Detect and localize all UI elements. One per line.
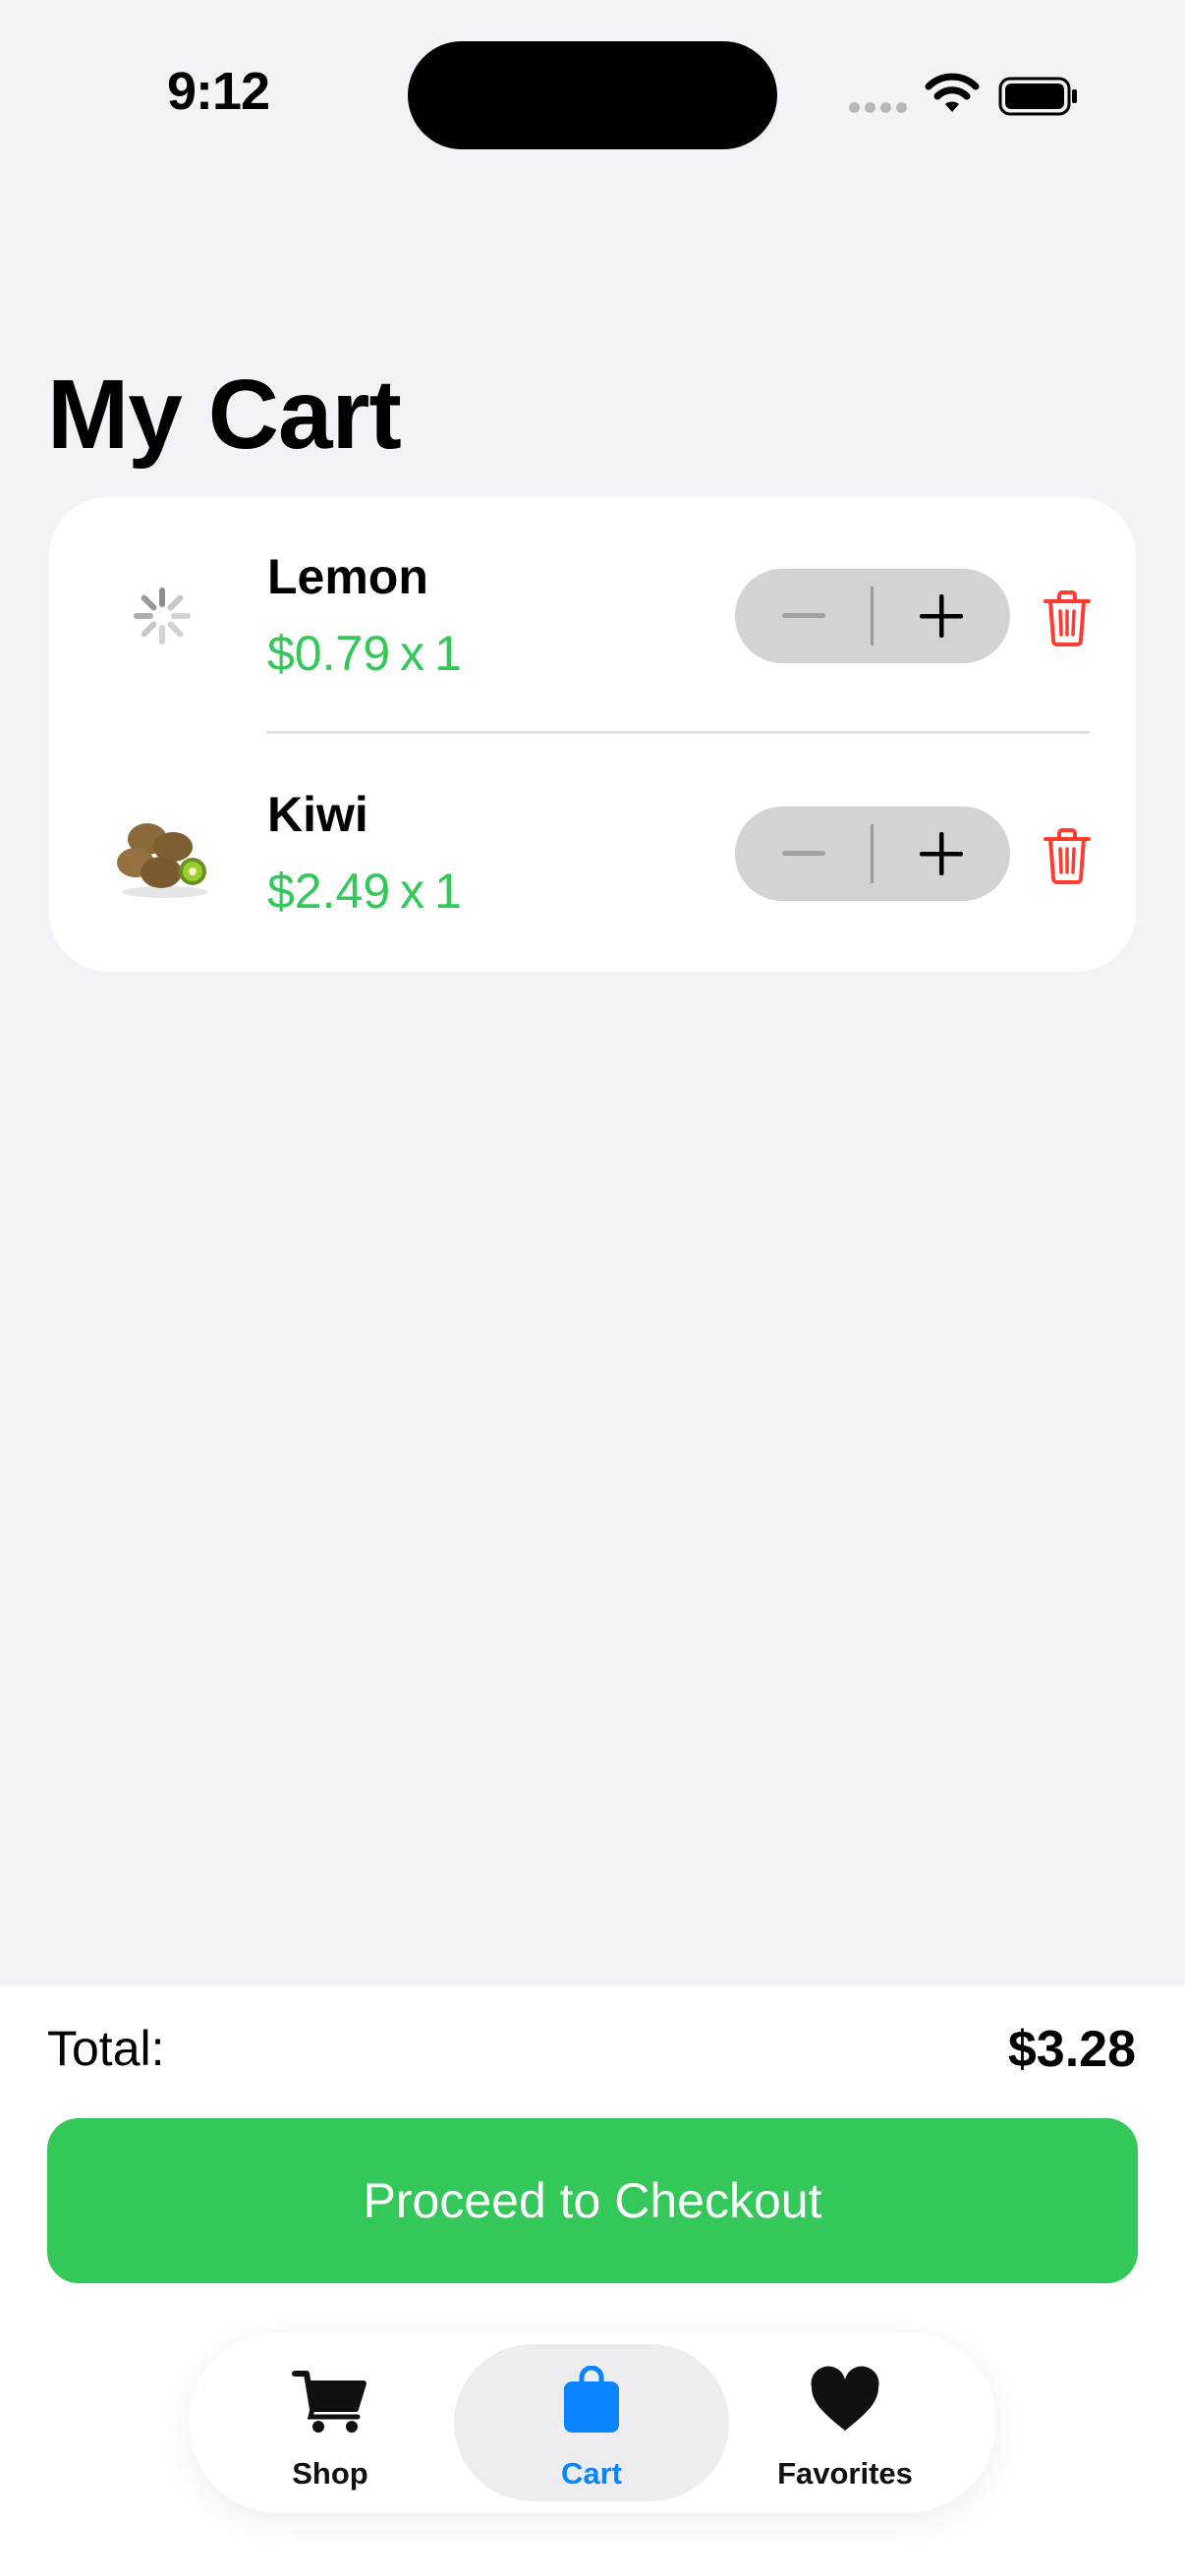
tab-shop[interactable]: Shop: [193, 2344, 468, 2501]
quantity-stepper: [735, 807, 1010, 901]
tab-label: Shop: [292, 2456, 368, 2491]
trash-icon[interactable]: [1036, 586, 1099, 648]
trash-icon[interactable]: [1036, 823, 1099, 886]
kiwi-image: [108, 800, 216, 908]
cart-item-kiwi: Kiwi $2.49 x 1: [49, 735, 1136, 973]
checkout-button[interactable]: Proceed to Checkout: [47, 2118, 1138, 2283]
cart-icon: [292, 2371, 367, 2433]
minus-icon: [782, 851, 825, 856]
cellular-signal-icon: [849, 102, 907, 113]
quantity-stepper: [735, 569, 1010, 663]
cart-item-lemon: Lemon $0.79 x 1: [49, 497, 1136, 735]
tab-bar: Shop Cart Favorites: [189, 2332, 996, 2513]
minus-icon: [782, 613, 825, 618]
item-name: Lemon: [267, 549, 428, 604]
loading-spinner-icon: [108, 562, 216, 670]
tab-label: Cart: [560, 2456, 622, 2491]
plus-icon: [920, 832, 963, 875]
wifi-icon: [925, 73, 980, 112]
item-price: $2.49 x 1: [267, 864, 462, 919]
status-time: 9:12: [167, 62, 270, 121]
decrease-quantity-button[interactable]: [735, 569, 873, 663]
status-bar: 9:12: [0, 0, 1185, 196]
bag-icon: [564, 2366, 619, 2433]
item-name: Kiwi: [267, 787, 368, 842]
increase-quantity-button[interactable]: [873, 569, 1010, 663]
dynamic-island: [408, 41, 777, 149]
tab-label: Favorites: [777, 2456, 913, 2491]
tab-cart[interactable]: Cart: [454, 2344, 729, 2501]
total-value: $3.28: [1007, 2021, 1136, 2078]
checkout-button-label: Proceed to Checkout: [363, 2173, 822, 2228]
heart-icon: [811, 2366, 879, 2431]
item-price: $0.79 x 1: [267, 626, 462, 681]
row-divider: [266, 731, 1090, 734]
battery-icon: [998, 77, 1077, 116]
decrease-quantity-button[interactable]: [735, 807, 873, 901]
plus-icon: [920, 594, 963, 638]
cart-list: Lemon $0.79 x 1 Kiwi $2.49 x 1: [49, 497, 1136, 972]
page-title: My Cart: [47, 360, 402, 470]
increase-quantity-button[interactable]: [873, 807, 1010, 901]
tab-favorites[interactable]: Favorites: [707, 2344, 983, 2501]
total-label: Total:: [47, 2021, 165, 2076]
